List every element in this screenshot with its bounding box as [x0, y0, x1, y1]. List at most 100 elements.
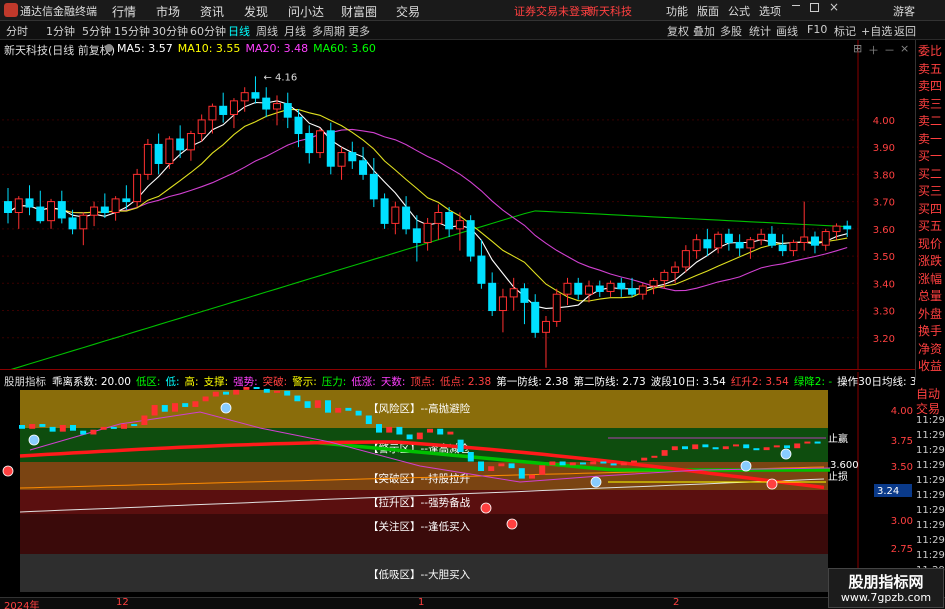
period-weekly[interactable]: 周线 — [256, 23, 278, 39]
side-quote-label[interactable]: 涨跌 — [918, 254, 942, 269]
time-label: 11:29 — [916, 445, 945, 456]
time-label: 11:29 — [916, 490, 945, 501]
side-quote-label[interactable]: 涨幅 — [918, 272, 942, 287]
candle-body — [251, 92, 260, 99]
tool-adjust[interactable]: 复权 — [667, 23, 689, 39]
menu-layout[interactable]: 版面 — [697, 3, 719, 19]
ind-candle — [692, 444, 699, 450]
menu-quotes[interactable]: 行情 — [112, 3, 136, 20]
ind-candle — [70, 425, 76, 431]
candle-body — [305, 133, 314, 154]
tool-f10[interactable]: F10 — [807, 23, 827, 36]
tool-back[interactable]: 返回 — [894, 23, 916, 39]
period-5min[interactable]: 5分钟 — [82, 23, 111, 39]
side-quote-label[interactable]: 现价 — [918, 237, 942, 252]
menu-market[interactable]: 市场 — [156, 3, 180, 20]
period-daily[interactable]: 日线 — [228, 23, 250, 39]
zoom-in-icon[interactable]: ＋ — [868, 42, 879, 58]
period-15min[interactable]: 15分钟 — [114, 23, 150, 39]
time-label: 11:29 — [916, 415, 945, 426]
tool-draw[interactable]: 画线 — [776, 23, 798, 39]
menu-function[interactable]: 功能 — [666, 3, 688, 19]
login-status[interactable]: 证券交易未登录 — [514, 3, 591, 19]
tool-mark[interactable]: 标记 — [834, 23, 856, 39]
side-quote-label[interactable]: 买二 — [918, 167, 942, 182]
ind-candle — [182, 403, 189, 407]
time-label: 11:29 — [916, 430, 945, 441]
period-more[interactable]: 更多 — [348, 23, 370, 39]
menu-trade[interactable]: 交易 — [396, 3, 420, 20]
period-1min[interactable]: 1分钟 — [46, 23, 75, 39]
tool-add-favorite[interactable]: +自选 — [861, 23, 892, 39]
zoom-out-icon[interactable]: － — [884, 42, 895, 58]
period-multi[interactable]: 多周期 — [312, 23, 345, 39]
indicator-param: 低点: 2.38 — [439, 376, 492, 388]
side-quote-label[interactable]: 卖一 — [918, 132, 942, 147]
minimize-icon[interactable] — [792, 5, 800, 6]
chart-tools-icon[interactable]: ⊞ — [853, 42, 862, 55]
side-quote-label[interactable]: 委比 — [918, 44, 942, 59]
side-quote-label[interactable]: 净资 — [918, 342, 942, 357]
period-30min[interactable]: 30分钟 — [152, 23, 188, 39]
side-quote-label[interactable]: 卖四 — [918, 79, 942, 94]
indicator-param: 第二防线: 2.73 — [573, 376, 646, 388]
indicator-name[interactable]: 股朋指标 — [4, 376, 46, 388]
candle-body — [122, 198, 131, 203]
period-monthly[interactable]: 月线 — [284, 23, 306, 39]
candle-body — [746, 239, 755, 249]
menu-formula[interactable]: 公式 — [728, 3, 750, 19]
menu-discover[interactable]: 发现 — [244, 3, 268, 20]
candle-body — [617, 282, 626, 290]
candle-body — [445, 212, 454, 230]
ind-candle — [773, 445, 780, 448]
side-quote-label[interactable]: 总量 — [918, 289, 942, 304]
side-quote-label[interactable]: 外盘 — [918, 307, 942, 322]
side-quote-label[interactable]: 卖五 — [918, 62, 942, 77]
candle-body — [79, 214, 88, 230]
indicator-param: 波段10日: 3.54 — [650, 376, 726, 388]
ind-candle — [529, 474, 535, 479]
app-title: 通达信金融终端 — [20, 5, 97, 18]
side-quote-label[interactable]: 买四 — [918, 202, 942, 217]
candle-body — [316, 130, 325, 154]
menu-assistant[interactable]: 问小达 — [288, 3, 324, 20]
side-quote-label[interactable]: 买一 — [918, 149, 942, 164]
candle-body — [4, 201, 12, 214]
zone-label: 【风险区】--高抛避险 — [368, 402, 471, 415]
side-quote-label[interactable]: 卖三 — [918, 97, 942, 112]
side-quote-label[interactable]: 收益 — [918, 359, 942, 374]
settings-dot-icon[interactable] — [105, 44, 113, 52]
ind-y-tick: 3.75 — [891, 436, 913, 447]
ma-label: MA20: 3.48 — [245, 42, 309, 55]
close-icon[interactable]: × — [829, 0, 839, 14]
candle-body — [143, 143, 152, 175]
indicator-chart[interactable]: 【风险区】--高抛避险【警示区】--逢高减仓【突破区】--持股拉升【拉升区】--… — [0, 372, 915, 597]
chart-close-icon[interactable]: × — [900, 42, 909, 55]
side-quote-label[interactable]: 换手 — [918, 324, 942, 339]
side-quote-label[interactable]: 买三 — [918, 184, 942, 199]
maximize-icon[interactable] — [810, 3, 819, 12]
menu-news[interactable]: 资讯 — [200, 3, 224, 20]
time-label: 11:29 — [916, 535, 945, 546]
ind-candle — [386, 426, 393, 433]
menu-wealth[interactable]: 财富圈 — [341, 3, 377, 20]
ind-candle — [416, 432, 423, 440]
period-intraday[interactable]: 分时 — [6, 23, 28, 39]
tool-multi-stock[interactable]: 多股 — [720, 23, 742, 39]
tool-stats[interactable]: 统计 — [749, 23, 771, 39]
menu-options[interactable]: 选项 — [759, 3, 781, 19]
ind-candle — [447, 431, 454, 435]
candle-body — [57, 201, 66, 219]
ind-candle — [284, 390, 291, 396]
side-quote-label[interactable]: 买五 — [918, 219, 942, 234]
side-quote-label[interactable]: 卖二 — [918, 114, 942, 129]
ind-candle — [712, 447, 719, 450]
candle-body — [574, 282, 583, 295]
ma-label: MA5: 3.57 — [117, 42, 173, 55]
candle-body — [219, 105, 228, 115]
guest-label[interactable]: 游客 — [893, 3, 915, 19]
tool-overlay[interactable]: 叠加 — [693, 23, 715, 39]
candlestick-chart[interactable]: 4.00 3.90 3.80 3.70 3.60 3.50 3.40 3.30 3.20 ← 4.… — [0, 40, 915, 370]
period-60min[interactable]: 60分钟 — [190, 23, 226, 39]
ind-candle — [722, 446, 729, 450]
